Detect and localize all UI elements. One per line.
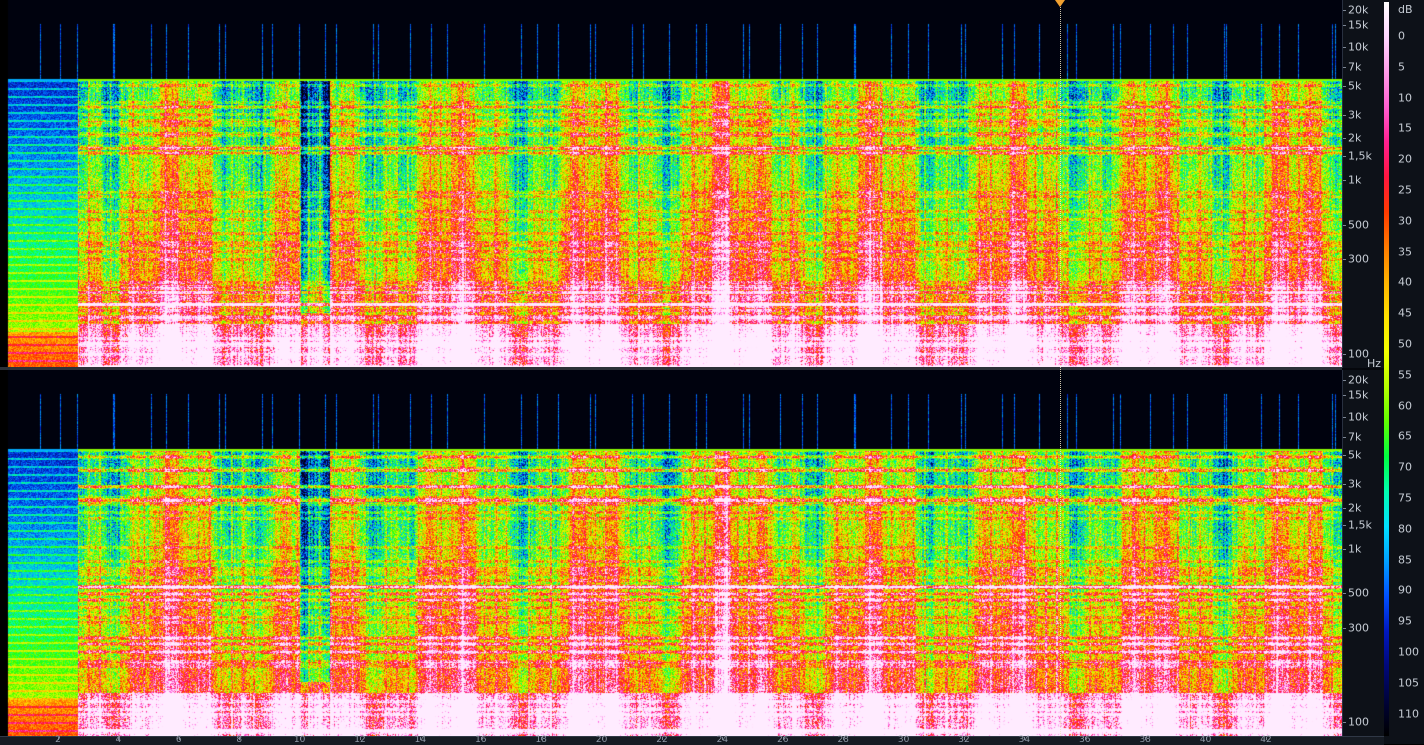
spectrogram-app: 20k 15k 10k 7k 5k 3k 2k 1,5k 1k 500 300 100 20k 15k 1… — [0, 0, 1424, 745]
frequency-tick-label: 100 — [1348, 715, 1369, 729]
frequency-tick-label: 1k — [1348, 173, 1362, 187]
frequency-tick — [1343, 66, 1346, 68]
frequency-tick-label: 500 — [1348, 218, 1369, 231]
frequency-tick-label: 2k — [1348, 131, 1362, 145]
frequency-tick-label: 1k — [1348, 542, 1362, 556]
db-tick-label: 35 — [1398, 245, 1412, 259]
frequency-tick-label: 300 — [1348, 252, 1369, 266]
frequency-tick — [1343, 259, 1346, 261]
frequency-tick-label: 500 — [1348, 586, 1369, 600]
db-tick-label: 70 — [1398, 460, 1412, 474]
frequency-tick — [1343, 455, 1346, 457]
frequency-unit-label: Hz — [1367, 357, 1382, 370]
frequency-tick — [1343, 10, 1346, 11]
db-tick-label: 95 — [1398, 614, 1412, 628]
frequency-tick — [1343, 25, 1346, 27]
db-color-scale: dB 0 5 10 15 20 25 30 35 40 45 50 55 60 65 70 75 80 85 90 9… — [1384, 0, 1424, 744]
frequency-tick-label: 10k — [1348, 410, 1369, 424]
frequency-tick — [1343, 627, 1346, 629]
frequency-tick — [1343, 47, 1346, 49]
db-tick-label: 0 — [1398, 29, 1405, 43]
db-tick-label: 25 — [1398, 183, 1412, 197]
frequency-tick-label: 2k — [1348, 501, 1362, 515]
frequency-tick-label: 1,5k — [1348, 518, 1372, 532]
frequency-axis-right[interactable]: 20k 15k 10k 7k 5k 3k 2k 1,5k 1k 500 300 100 — [1342, 370, 1385, 736]
frequency-tick — [1343, 224, 1346, 226]
db-tick-label: 90 — [1398, 583, 1412, 597]
db-tick-label: 105 — [1398, 676, 1419, 690]
frequency-tick-label: 7k — [1348, 60, 1362, 74]
spectrogram-canvas-left — [0, 0, 1342, 368]
frequency-tick — [1343, 114, 1346, 116]
frequency-tick-label: 20k — [1348, 3, 1369, 17]
db-tick-label: 10 — [1398, 91, 1412, 105]
frequency-tick-label: 15k — [1348, 18, 1369, 32]
frequency-axis-left[interactable]: 20k 15k 10k 7k 5k 3k 2k 1,5k 1k 500 300 100 — [1342, 0, 1385, 368]
frequency-tick-label: 15k — [1348, 388, 1369, 402]
db-tick-label: 30 — [1398, 214, 1412, 228]
frequency-tick-label: 1,5k — [1348, 149, 1372, 163]
frequency-tick — [1343, 138, 1346, 140]
frequency-tick-label: 20k — [1348, 373, 1369, 387]
db-tick-label: 85 — [1398, 553, 1412, 567]
frequency-tick — [1343, 85, 1346, 87]
spectrogram-channel-right[interactable] — [0, 370, 1342, 736]
db-tick-label: 60 — [1398, 399, 1412, 413]
frequency-tick — [1343, 379, 1346, 381]
db-tick-label: 5 — [1398, 60, 1405, 74]
frequency-tick — [1343, 524, 1346, 526]
frequency-tick — [1343, 722, 1346, 724]
db-tick-label: 40 — [1398, 275, 1412, 289]
frequency-tick-label: 7k — [1348, 430, 1362, 444]
frequency-tick — [1343, 549, 1346, 551]
frequency-tick — [1343, 354, 1346, 355]
frequency-tick-label: 100 — [1348, 347, 1369, 361]
frequency-tick — [1343, 155, 1346, 157]
frequency-tick-label: 3k — [1348, 477, 1362, 491]
db-tick-label: 100 — [1398, 645, 1419, 659]
frequency-tick — [1343, 436, 1346, 438]
db-tick-label: 45 — [1398, 306, 1412, 320]
frequency-tick-label: 5k — [1348, 448, 1362, 462]
frequency-tick — [1343, 593, 1346, 595]
playhead-line[interactable] — [1060, 4, 1061, 736]
db-tick-label: 65 — [1398, 429, 1412, 443]
frequency-tick — [1343, 417, 1346, 419]
db-color-bar — [1384, 2, 1389, 736]
playhead-marker-icon[interactable] — [1055, 0, 1065, 7]
db-tick-label: 15 — [1398, 121, 1412, 135]
frequency-tick — [1343, 180, 1346, 182]
db-tick-label: 80 — [1398, 522, 1412, 536]
frequency-tick-label: 5k — [1348, 79, 1362, 93]
frequency-tick — [1343, 507, 1346, 509]
db-unit-label: dB — [1398, 3, 1413, 16]
frequency-tick-label: 10k — [1348, 40, 1369, 54]
spectrogram-canvas-right — [0, 370, 1342, 736]
db-tick-label: 110 — [1398, 707, 1419, 721]
db-tick-label: 50 — [1398, 337, 1412, 351]
db-tick-label: 20 — [1398, 152, 1412, 166]
frequency-tick-label: 3k — [1348, 108, 1362, 122]
frequency-tick — [1343, 484, 1346, 486]
spectrogram-channel-left[interactable] — [0, 0, 1342, 368]
db-tick-label: 75 — [1398, 491, 1412, 505]
frequency-tick-label: 300 — [1348, 621, 1369, 635]
frequency-tick — [1343, 395, 1346, 397]
db-tick-label: 55 — [1398, 368, 1412, 382]
